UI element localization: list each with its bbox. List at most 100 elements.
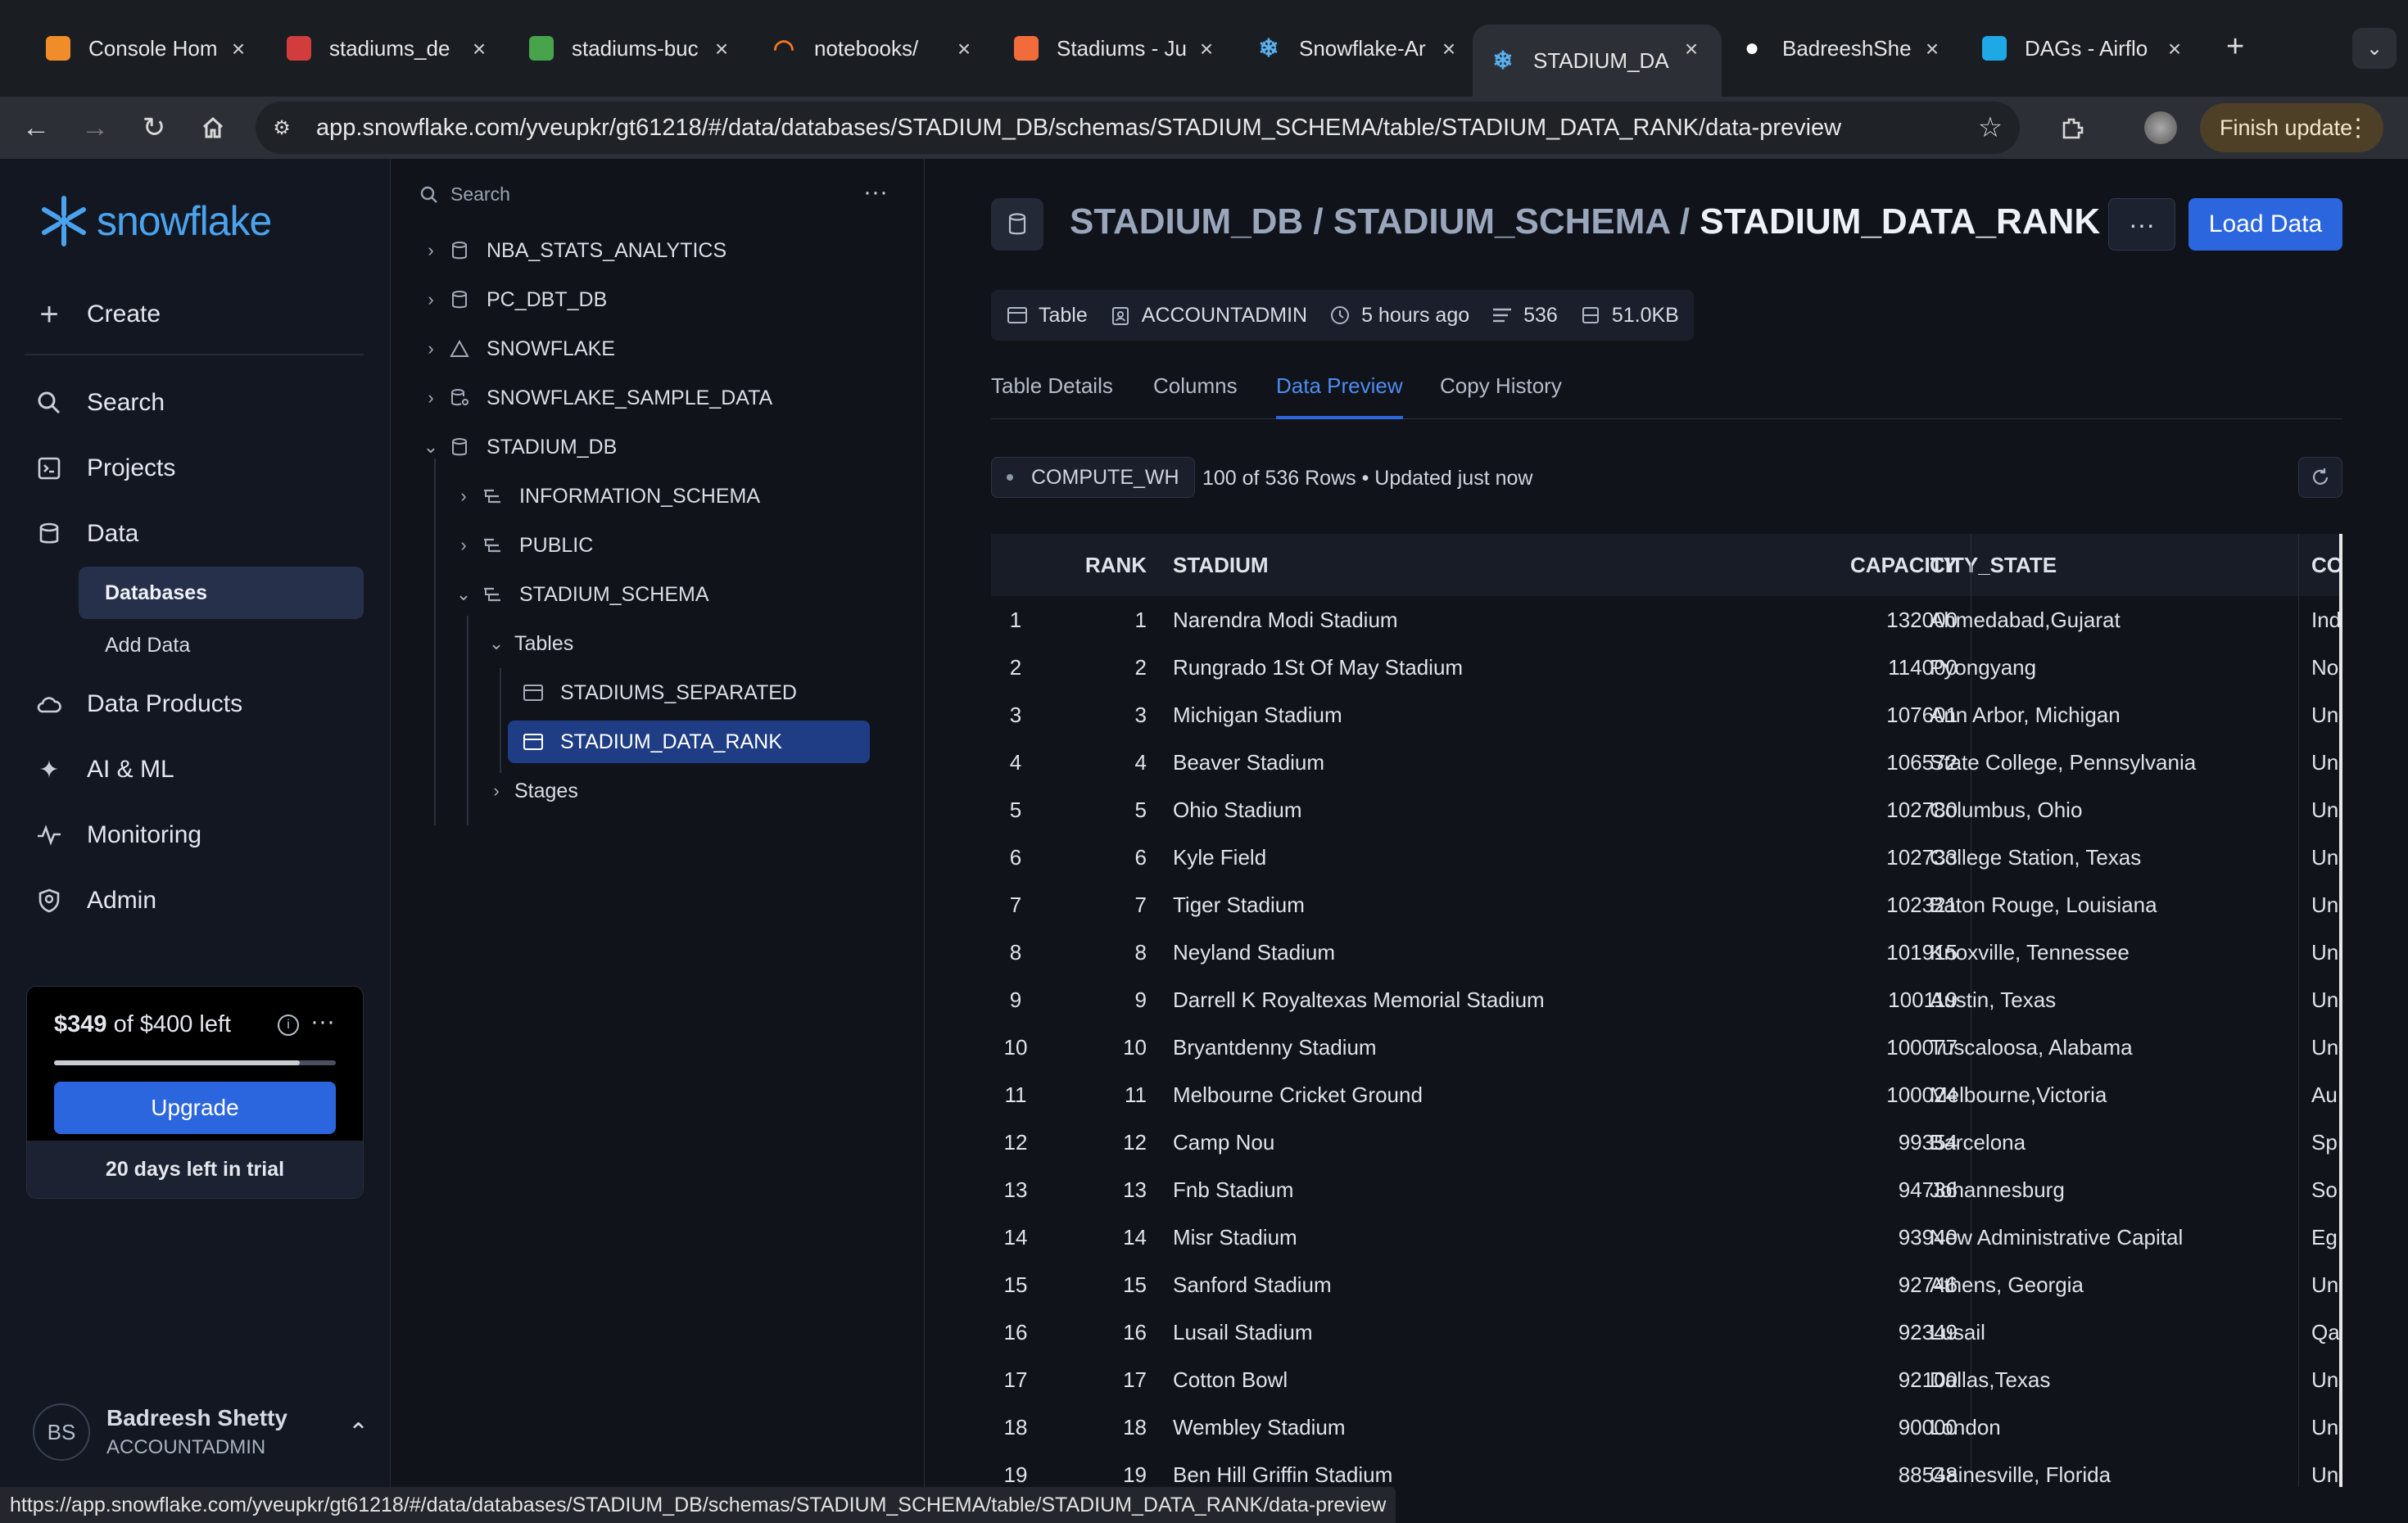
country-cell[interactable]: Un [2311,1451,2339,1487]
browser-tab[interactable]: ❄ STADIUM_DA × [1473,25,1722,97]
table-row[interactable]: 12 12 Camp Nou 99354 Barcelona Sp [991,1119,2342,1166]
close-tab-icon[interactable]: × [1679,36,1704,62]
chevron-right-icon[interactable]: › [419,289,442,310]
load-data-button[interactable]: Load Data [2188,198,2342,251]
table-row[interactable]: 19 19 Ben Hill Griffin Stadium 88548 Gainesv… [991,1451,2342,1487]
capacity-cell[interactable]: 101915 [1753,929,1958,976]
country-cell[interactable]: Un [2311,739,2339,786]
stadium-cell[interactable]: Cotton Bowl [1173,1356,1746,1403]
column-header-capacity[interactable]: CAPACITY [1753,534,1958,596]
country-cell[interactable]: Un [2311,786,2339,834]
row-number-cell[interactable]: 11 [991,1071,1040,1119]
breadcrumb-db[interactable]: STADIUM_DB [1070,201,1303,242]
city-state-cell[interactable]: Tuscaloosa, Alabama [1930,1024,2290,1071]
row-number-cell[interactable]: 19 [991,1451,1040,1487]
browser-tab[interactable]: ❄ Snowflake-Ar × [1256,25,1461,72]
site-settings-icon[interactable]: ⚙ [262,108,301,147]
tree-node-stadiums-separated[interactable]: STADIUMS_SEPARATED [521,671,797,714]
rank-cell[interactable]: 3 [1070,691,1147,739]
sidebar-item-projects[interactable]: Projects [33,444,175,493]
stadium-cell[interactable]: Ben Hill Griffin Stadium [1173,1451,1746,1487]
capacity-cell[interactable]: 107601 [1753,691,1958,739]
city-state-cell[interactable]: Columbus, Ohio [1930,786,2290,834]
rank-cell[interactable]: 19 [1070,1451,1147,1487]
stadium-cell[interactable]: Lusail Stadium [1173,1308,1746,1356]
country-cell[interactable]: Sp [2311,1119,2339,1166]
row-number-cell[interactable]: 18 [991,1403,1040,1451]
country-cell[interactable]: No [2311,644,2339,691]
table-row[interactable]: 15 15 Sanford Stadium 92746 Athens, Georgia U… [991,1261,2342,1308]
finish-update-button[interactable]: Finish update ⋮ [2200,103,2383,152]
rank-cell[interactable]: 11 [1070,1071,1147,1119]
capacity-cell[interactable]: 132000 [1753,596,1958,644]
sidebar-item-data-products[interactable]: Data Products [33,680,242,729]
capacity-cell[interactable]: 102733 [1753,834,1958,881]
rank-cell[interactable]: 13 [1070,1166,1147,1213]
city-state-cell[interactable]: Austin, Texas [1930,976,2290,1024]
chevron-right-icon[interactable]: › [419,338,442,359]
table-row[interactable]: 2 2 Rungrado 1St Of May Stadium 114000 Pyong… [991,644,2342,691]
country-cell[interactable]: Eg [2311,1213,2339,1261]
chevron-down-icon[interactable]: ⌄ [419,436,442,458]
stadium-cell[interactable]: Camp Nou [1173,1119,1746,1166]
rank-cell[interactable]: 9 [1070,976,1147,1024]
table-row[interactable]: 18 18 Wembley Stadium 90000 London Un [991,1403,2342,1451]
table-row[interactable]: 7 7 Tiger Stadium 102321 Baton Rouge, Louisi… [991,881,2342,929]
table-row[interactable]: 8 8 Neyland Stadium 101915 Knoxville, Tennes… [991,929,2342,976]
row-number-cell[interactable]: 6 [991,834,1040,881]
browser-tab[interactable]: Stadiums - Ju × [1014,25,1219,72]
browser-tab[interactable]: Console Hom × [46,25,251,72]
table-row[interactable]: 13 13 Fnb Stadium 94736 Johannesburg So [991,1166,2342,1213]
country-cell[interactable]: Un [2311,1403,2339,1451]
row-number-cell[interactable]: 5 [991,786,1040,834]
city-state-cell[interactable]: College Station, Texas [1930,834,2290,881]
rank-cell[interactable]: 2 [1070,644,1147,691]
close-tab-icon[interactable]: × [1437,36,1461,62]
capacity-cell[interactable]: 93940 [1753,1213,1958,1261]
column-header-rank[interactable]: RANK [1070,534,1147,596]
tree-node-stadium-schema[interactable]: ⌄ STADIUM_SCHEMA [452,573,709,616]
rank-cell[interactable]: 12 [1070,1119,1147,1166]
close-tab-icon[interactable]: × [1920,36,1944,62]
bookmark-star-icon[interactable]: ☆ [1971,108,2010,147]
back-icon[interactable]: ← [16,108,56,147]
row-number-cell[interactable]: 13 [991,1166,1040,1213]
browser-tab[interactable]: ● BadreeshShe × [1740,25,1944,72]
city-state-cell[interactable]: Gainesville, Florida [1930,1451,2290,1487]
capacity-cell[interactable]: 106572 [1753,739,1958,786]
chevron-right-icon[interactable]: › [419,240,442,261]
country-cell[interactable]: Un [2311,1261,2339,1308]
city-state-cell[interactable]: Lusail [1930,1308,2290,1356]
tab-table-details[interactable]: Table Details [991,373,1113,419]
table-row[interactable]: 1 1 Narendra Modi Stadium 132000 Ahmedabad,G… [991,596,2342,644]
tab-data-preview[interactable]: Data Preview [1276,373,1403,419]
column-header-country[interactable]: CO [2311,534,2342,596]
table-row[interactable]: 17 17 Cotton Bowl 92100 Dallas,Texas Un [991,1356,2342,1403]
capacity-cell[interactable]: 90000 [1753,1403,1958,1451]
capacity-cell[interactable]: 92100 [1753,1356,1958,1403]
sidebar-item-search[interactable]: Search [33,378,165,427]
stadium-cell[interactable]: Beaver Stadium [1173,739,1746,786]
stadium-cell[interactable]: Misr Stadium [1173,1213,1746,1261]
capacity-cell[interactable]: 94736 [1753,1166,1958,1213]
tab-columns[interactable]: Columns [1153,373,1238,419]
chevron-right-icon[interactable]: › [452,486,475,507]
tab-search-button[interactable]: ⌄ [2352,28,2397,69]
capacity-cell[interactable]: 100077 [1753,1024,1958,1071]
chevron-up-icon[interactable]: ⌃ [348,1418,369,1447]
row-number-cell[interactable]: 12 [991,1119,1040,1166]
chevron-down-icon[interactable]: ⌄ [485,633,508,654]
profile-avatar[interactable] [2141,108,2180,147]
refresh-button[interactable] [2298,457,2342,498]
close-tab-icon[interactable]: × [2162,36,2187,62]
row-number-cell[interactable]: 7 [991,881,1040,929]
stadium-cell[interactable]: Kyle Field [1173,834,1746,881]
table-row[interactable]: 10 10 Bryantdenny Stadium 100077 Tuscaloosa,… [991,1024,2342,1071]
browser-tab[interactable]: ◠ notebooks/× [772,25,976,72]
info-icon[interactable]: i [278,1015,299,1036]
close-tab-icon[interactable]: × [1194,36,1219,62]
row-number-cell[interactable]: 16 [991,1308,1040,1356]
city-state-cell[interactable]: Dallas,Texas [1930,1356,2290,1403]
tree-search-input[interactable]: Search [419,183,510,206]
url-text[interactable]: app.snowflake.com/yveupkr/gt61218/#/data… [316,108,1841,147]
